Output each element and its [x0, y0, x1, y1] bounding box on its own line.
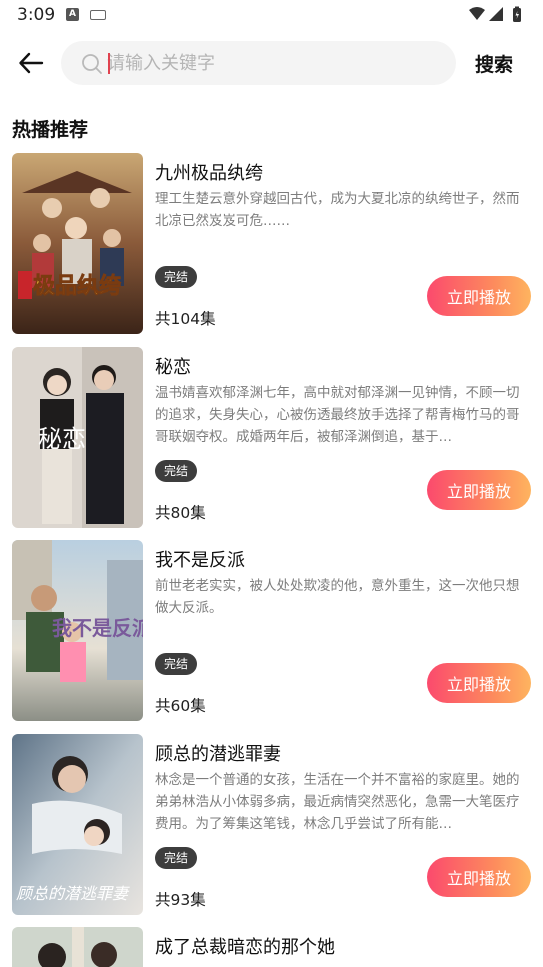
status-bar: 3:09 A [0, 0, 543, 30]
drama-title[interactable]: 顾总的潜逃罪妻 [155, 740, 281, 766]
back-button[interactable] [14, 46, 48, 80]
drama-title[interactable]: 秘恋 [155, 353, 191, 379]
drama-description: 林念是一个普通的女孩，生活在一个并不富裕的家庭里。她的弟弟林浩从小体弱多病，最近… [155, 771, 520, 832]
keyboard-icon [90, 10, 106, 20]
status-badge: 完结 [155, 266, 198, 288]
search-input[interactable] [107, 41, 437, 85]
list-item[interactable]: 我不是反派 我不是反派 前世老老实实，被人处处欺凌的他，意外重生，这一次他只想做… [0, 540, 543, 734]
list-item[interactable]: 极品纨绔 九州极品纨绔 理工生楚云意外穿越回古代，成为大夏北凉的纨绔世子，然而北… [0, 153, 543, 347]
status-indicators [467, 5, 527, 25]
search-button[interactable]: 搜索 [475, 47, 513, 79]
list-item[interactable]: 顾总的潜逃罪妻 顾总的潜逃罪妻 林念是一个普通的女孩，生活在一个并不富裕的家庭里… [0, 733, 543, 928]
poster-image[interactable] [12, 927, 143, 967]
drama-title[interactable]: 成了总裁暗恋的那个她 [155, 933, 335, 959]
wifi-icon [469, 7, 485, 20]
status-badge: 完结 [155, 459, 198, 482]
poster-title-text: 顾总的潜逃罪妻 [16, 884, 130, 903]
drama-description: 理工生楚云意外穿越回古代，成为大夏北凉的纨绔世子，然而北凉已然岌岌可危…… [155, 191, 520, 229]
play-now-button[interactable]: 立即播放 [427, 856, 531, 897]
poster-image[interactable]: 极品纨绔 [12, 153, 143, 334]
episode-count: 共104集 [155, 310, 216, 328]
drama-description: 前世老老实实，被人处处欺凌的他，意外重生，这一次他只想做大反派。 [155, 578, 520, 616]
arrow-left-icon [19, 52, 44, 74]
search-icon [82, 54, 102, 74]
battery-icon [513, 6, 521, 22]
status-time: 3:09 [17, 5, 56, 25]
poster-title-text: 极品纨绔 [33, 273, 121, 299]
drama-list: 极品纨绔 九州极品纨绔 理工生楚云意外穿越回古代，成为大夏北凉的纨绔世子，然而北… [0, 153, 543, 967]
text-cursor [108, 53, 110, 74]
search-box[interactable] [61, 41, 456, 85]
status-badge: 完结 [155, 653, 198, 675]
poster-image[interactable]: 顾总的潜逃罪妻 [12, 733, 143, 915]
search-header: 搜索 [0, 40, 543, 86]
signal-icon [489, 7, 503, 21]
play-now-button[interactable]: 立即播放 [427, 663, 531, 703]
accessibility-icon: A [66, 8, 79, 21]
poster-image[interactable]: 我不是反派 [12, 540, 143, 721]
poster-image[interactable]: 秘恋 [12, 346, 143, 528]
drama-title[interactable]: 我不是反派 [155, 546, 245, 572]
play-now-button[interactable]: 立即播放 [427, 469, 531, 510]
poster-title-text: 秘恋 [38, 425, 86, 453]
list-item[interactable]: 成了总裁暗恋的那个她 [0, 927, 543, 967]
status-badge: 完结 [155, 846, 198, 869]
drama-description: 温书婧喜欢郁泽渊七年，高中就对郁泽渊一见钟情，不顾一切的追求，失身失心，心被伤透… [155, 384, 520, 445]
list-item[interactable]: 秘恋 秘恋 温书婧喜欢郁泽渊七年，高中就对郁泽渊一见钟情，不顾一切的追求，失身失… [0, 346, 543, 541]
play-now-button[interactable]: 立即播放 [427, 276, 531, 316]
episode-count: 共80集 [155, 503, 206, 522]
episode-count: 共60集 [155, 697, 206, 715]
section-title: 热播推荐 [12, 119, 89, 141]
episode-count: 共93集 [155, 890, 206, 909]
drama-title[interactable]: 九州极品纨绔 [155, 159, 263, 185]
poster-title-text: 我不是反派 [52, 616, 143, 640]
